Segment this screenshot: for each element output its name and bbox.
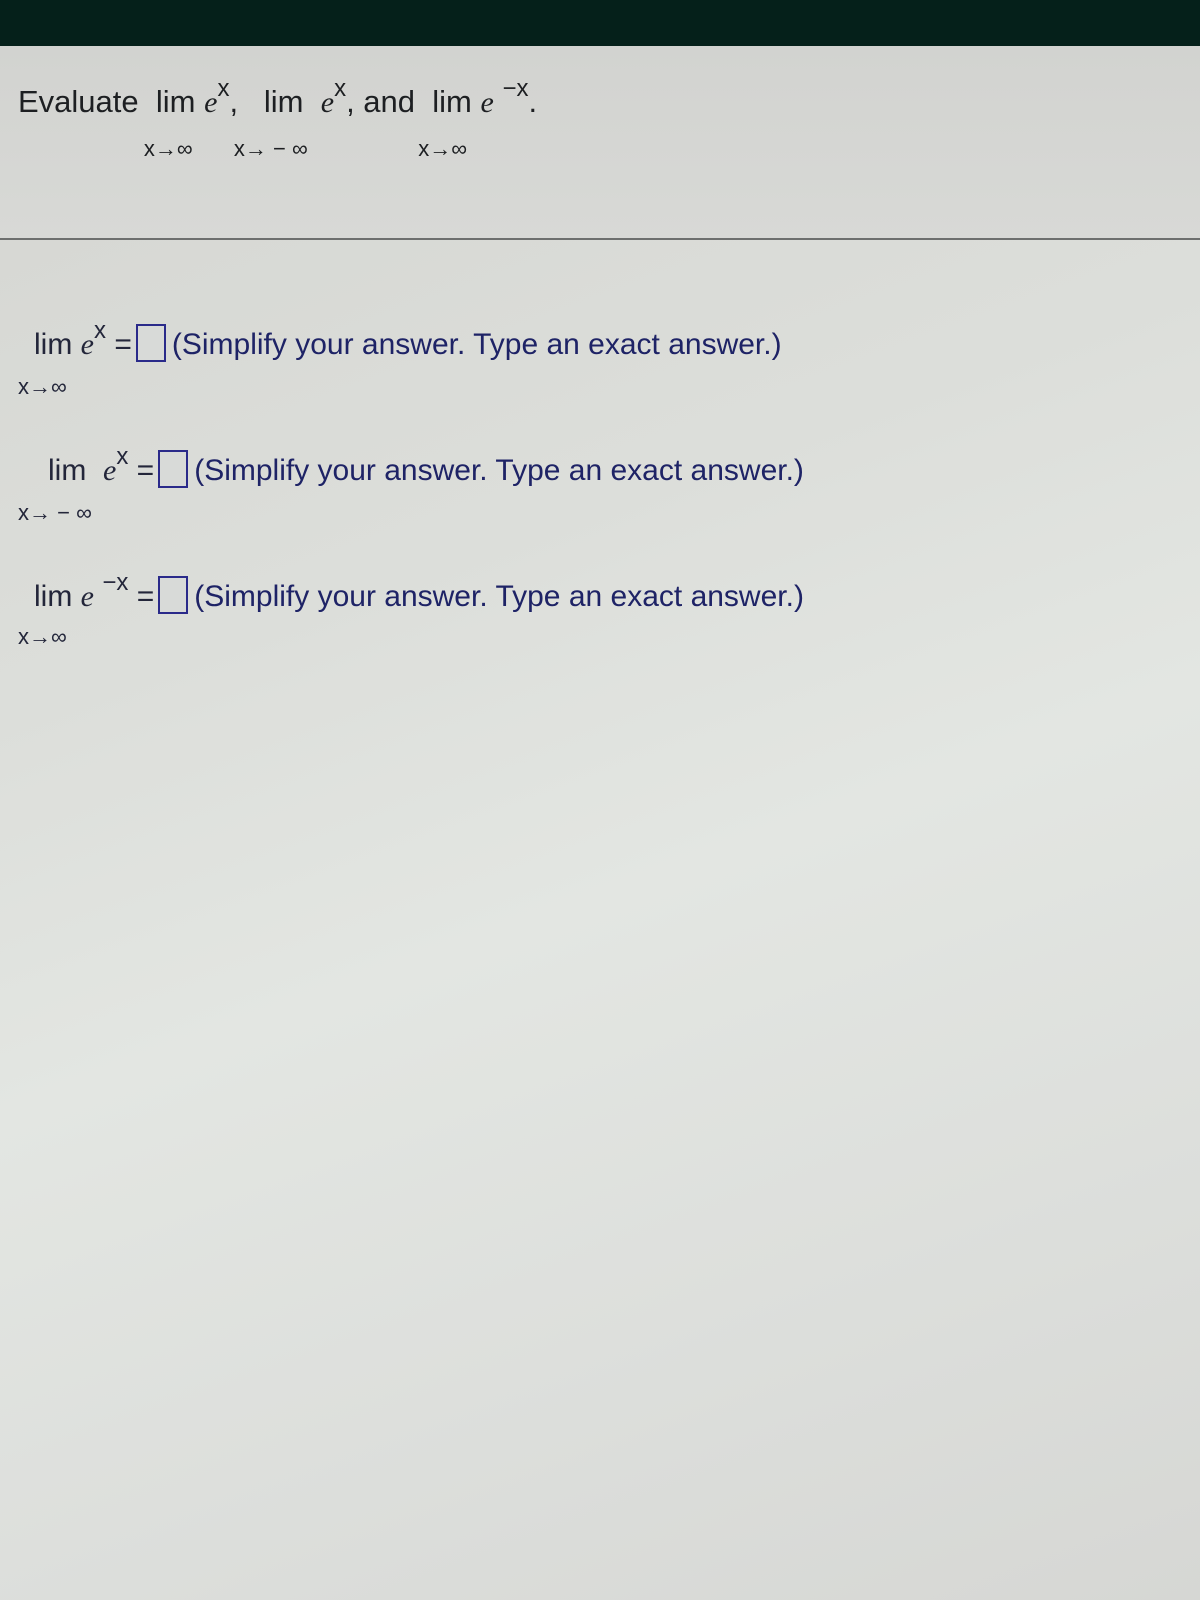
base: e — [204, 86, 218, 119]
lim-word: lim — [34, 328, 73, 361]
lim-word: lim — [432, 84, 472, 119]
top-bar — [0, 0, 1200, 46]
answer-hint: (Simplify your answer. Type an exact ans… — [194, 580, 804, 613]
exponent: x — [334, 75, 347, 102]
limit-expression-3: lim e −x x→∞ — [418, 75, 528, 161]
approach: x→∞ — [418, 136, 467, 161]
lim-word: lim — [34, 580, 73, 613]
answer-row-2: lim ex = (Simplify your answer. Type an e… — [48, 443, 804, 488]
limit-expression-2: lim ex x→ − ∞ — [234, 75, 346, 161]
evaluate-label: Evaluate — [18, 84, 139, 119]
section-divider — [0, 238, 1200, 240]
answer-row-1: lim ex = (Simplify your answer. Type an e… — [34, 317, 782, 362]
answer-hint: (Simplify your answer. Type an exact ans… — [171, 328, 782, 361]
base: e — [480, 86, 494, 119]
exponent: x — [116, 443, 129, 470]
exponent: x — [217, 75, 230, 102]
base: e — [320, 86, 335, 119]
exponent: −x — [102, 569, 129, 596]
equals-sign: = — [114, 328, 132, 361]
answer-input-1[interactable] — [135, 324, 166, 362]
answer-input-2[interactable] — [158, 450, 189, 488]
equals-sign: = — [136, 454, 155, 487]
base: e — [103, 454, 117, 487]
answer-row-3: lim e −x = (Simplify your answer. Type an… — [34, 569, 804, 614]
equals-sign: = — [136, 580, 155, 613]
exponent: x — [94, 317, 106, 344]
answer-hint: (Simplify your answer. Type an exact ans… — [194, 454, 804, 487]
separator: , — [229, 84, 239, 119]
base: e — [80, 580, 94, 613]
separator: . — [528, 84, 538, 119]
lim-word: lim — [48, 454, 87, 487]
approach: x→∞ — [143, 136, 193, 161]
approach-label-2: x→ − ∞ — [18, 500, 92, 525]
lim-word: lim — [263, 84, 304, 119]
exponent: −x — [502, 75, 529, 102]
lim-word: lim — [155, 84, 196, 119]
approach-label-3: x→∞ — [18, 624, 67, 649]
approach-label-1: x→∞ — [18, 374, 67, 399]
approach: x→ − ∞ — [233, 136, 308, 161]
base: e — [80, 328, 94, 361]
question-prompt: Evaluate lim ex x→∞ , lim ex x→ − ∞ , an… — [18, 75, 538, 161]
separator: , and — [346, 84, 416, 119]
limit-expression-1: lim ex x→∞ — [144, 75, 230, 161]
answer-input-3[interactable] — [158, 576, 189, 614]
